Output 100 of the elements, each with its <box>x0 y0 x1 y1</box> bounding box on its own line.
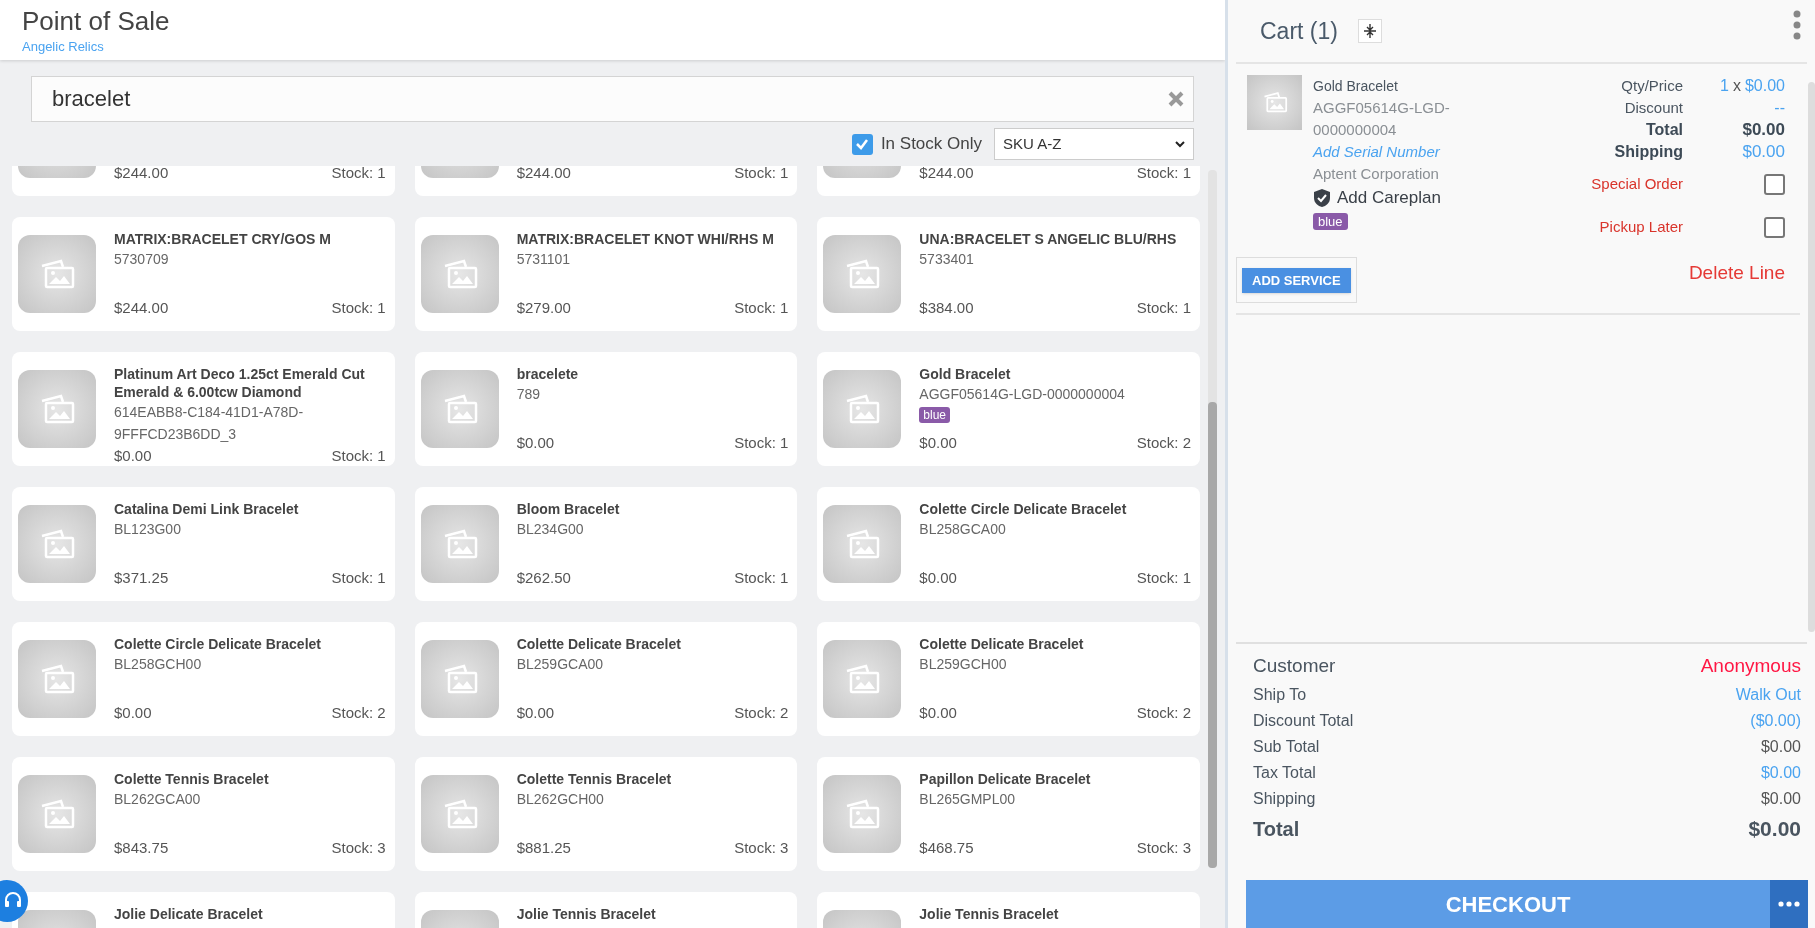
product-name: Colette Delicate Bracelet <box>919 635 1085 653</box>
product-name: Catalina Demi Link Bracelet <box>114 500 300 518</box>
product-card[interactable]: Colette Delicate Bracelet BL259GCH00 $0.00 Stock: 2 <box>817 622 1200 736</box>
product-card[interactable]: MATRIX:BRACELET CRY/GOS M 5730709 $244.00 Stock: 1 <box>12 217 395 331</box>
stock-count: Stock: 1 <box>331 166 386 183</box>
stock-count: Stock: 2 <box>1136 432 1191 453</box>
product-name: Jolie Tennis Bracelet <box>919 905 1060 923</box>
stock-count: Stock: 3 <box>734 837 789 858</box>
product-sku: BL262GCH00 <box>516 790 605 809</box>
item-sku: AGGF05614G-LGD-0000000004 <box>1313 98 1451 140</box>
scrollbar[interactable] <box>1208 170 1217 868</box>
item-tag: blue <box>1313 213 1348 230</box>
product-price: $0.00 <box>516 432 555 453</box>
stock-count: Stock: 1 <box>1136 567 1191 588</box>
product-card[interactable]: Jolie Delicate Bracelet <box>12 892 395 928</box>
product-price: $0.00 <box>114 446 152 466</box>
product-card[interactable]: Jolie Tennis Bracelet <box>817 892 1200 928</box>
vendor-name: Aptent Corporation <box>1313 164 1440 184</box>
product-price: $244.00 <box>919 166 974 183</box>
product-card[interactable]: Colette Circle Delicate Bracelet BL258GCA00 $0.00 Stock: 1 <box>817 487 1200 601</box>
checkbox[interactable] <box>1764 217 1785 238</box>
summary-label: Ship To <box>1253 685 1307 705</box>
product-sku: BL259GCA00 <box>516 655 605 674</box>
headset-icon <box>4 892 22 910</box>
times-sign: x <box>1732 76 1741 96</box>
stock-count: Stock: 1 <box>331 446 386 466</box>
careplan-link[interactable]: Add Careplan <box>1313 185 1441 211</box>
more-horizontal-icon <box>1778 901 1800 907</box>
product-name: Bloom Bracelet <box>516 500 621 518</box>
checkbox[interactable] <box>851 133 873 155</box>
product-card[interactable]: Gold Bracelet AGGF05614G-LGD-0000000004 blue $0.00 Stock: 2 <box>817 352 1200 466</box>
search-field[interactable]: bracelet <box>31 76 1194 122</box>
product-card[interactable]: Colette Tennis Bracelet BL262GCA00 $843.75 Stock: 3 <box>12 757 395 871</box>
product-name: Jolie Delicate Bracelet <box>114 905 264 923</box>
product-price: $371.25 <box>114 567 169 588</box>
product-card[interactable]: Catalina Demi Link Bracelet BL123G00 $371.25 Stock: 1 <box>12 487 395 601</box>
summary-label: Sub Total <box>1253 737 1320 757</box>
collapse-button[interactable] <box>1357 19 1382 43</box>
summary-label: Total <box>1253 817 1300 842</box>
product-card[interactable]: Colette Tennis Bracelet BL262GCH00 $881.25 Stock: 3 <box>414 757 798 871</box>
summary-value[interactable]: $0.00 <box>1760 787 1801 811</box>
product-card[interactable]: Colette Circle Delicate Bracelet BL258GCH00 $0.00 Stock: 2 <box>12 622 395 736</box>
product-card[interactable]: Colette Delicate Bracelet BL259GCA00 $0.00 Stock: 2 <box>414 622 798 736</box>
product-price: $244.00 <box>516 166 571 183</box>
summary-label: Shipping <box>1253 789 1316 809</box>
product-sku: 5733401 <box>919 250 975 269</box>
more-vertical-icon[interactable] <box>1793 10 1801 40</box>
product-tag: blue <box>919 407 950 423</box>
stock-count: Stock: 2 <box>1136 702 1191 723</box>
product-card[interactable]: MATRIX:BRACELET KNOT WHI/RHS M 5731101 $279.00 Stock: 1 <box>414 217 798 331</box>
scrollbar[interactable] <box>1808 82 1815 632</box>
item-name: Gold Bracelet <box>1313 77 1399 96</box>
product-card[interactable]: $244.00 Stock: 1 <box>414 166 798 196</box>
product-sku: BL123G00 <box>114 520 182 539</box>
scrollbar-thumb[interactable] <box>1208 402 1217 868</box>
sort-select[interactable]: SKU A-Z <box>994 128 1194 160</box>
product-card[interactable]: $244.00 Stock: 1 <box>817 166 1200 196</box>
stock-count: Stock: 1 <box>1136 297 1191 318</box>
product-card[interactable]: bracelete 789 $0.00 Stock: 1 <box>414 352 798 466</box>
stock-count: Stock: 3 <box>331 837 386 858</box>
product-name: MATRIX:BRACELET CRY/GOS M <box>114 230 332 248</box>
more-options-button[interactable] <box>1770 880 1808 928</box>
product-price: $0.00 <box>919 702 957 723</box>
summary-value: $0.00 <box>1748 816 1801 843</box>
clear-icon[interactable] <box>1168 91 1184 107</box>
product-name: UNA:BRACELET S ANGELIC BLU/RHS <box>919 230 1178 248</box>
product-name: Colette Circle Delicate Bracelet <box>919 500 1128 518</box>
product-price: $468.75 <box>919 837 974 858</box>
product-card[interactable]: Bloom Bracelet BL234G00 $262.50 Stock: 1 <box>414 487 798 601</box>
product-card[interactable]: UNA:BRACELET S ANGELIC BLU/RHS 5733401 $384.00 Stock: 1 <box>817 217 1200 331</box>
product-card[interactable]: Jolie Tennis Bracelet <box>414 892 798 928</box>
checkbox[interactable] <box>1764 174 1785 195</box>
product-name: Colette Delicate Bracelet <box>516 635 682 653</box>
product-price: $0.00 <box>919 432 957 453</box>
collapse-icon <box>1363 23 1376 39</box>
product-name: Colette Tennis Bracelet <box>114 770 270 788</box>
product-name: bracelete <box>516 365 580 383</box>
product-sku: 5730709 <box>114 250 170 269</box>
product-name: MATRIX:BRACELET KNOT WHI/RHS M <box>516 230 775 248</box>
field-label: Pickup Later <box>1599 217 1683 238</box>
product-price: $0.00 <box>919 567 957 588</box>
filter-label: In Stock Only <box>880 133 982 156</box>
product-price: $843.75 <box>114 837 169 858</box>
total-value: $0.00 <box>1742 119 1785 142</box>
stock-count: Stock: 1 <box>331 567 386 588</box>
product-card[interactable]: Platinum Art Deco 1.25ct Emerald Cut Emerald & 6.00tcw Diamond 614EABB8-C184-41D1-A78D-9FFFCD23B6DD_3 $0.00 Stock: 1 <box>12 352 395 466</box>
product-sku: BL234G00 <box>516 520 585 539</box>
product-name: Colette Tennis Bracelet <box>516 770 673 788</box>
summary-value: Anonymous <box>1700 653 1801 678</box>
summary-value[interactable]: $0.00 <box>1760 735 1801 759</box>
stock-count: Stock: 1 <box>734 297 789 318</box>
product-card[interactable]: Papillon Delicate Bracelet BL265GMPL00 $468.75 Stock: 3 <box>817 757 1200 871</box>
delete-line-button[interactable]: Delete Line <box>1688 259 1785 288</box>
product-price: $244.00 <box>114 297 169 318</box>
product-price: $881.25 <box>516 837 571 858</box>
product-sku: 789 <box>516 385 541 404</box>
stock-count: Stock: 2 <box>734 702 789 723</box>
summary-label: Customer <box>1253 653 1336 678</box>
summary-label: Tax Total <box>1253 763 1316 783</box>
product-card[interactable]: $244.00 Stock: 1 <box>12 166 395 196</box>
